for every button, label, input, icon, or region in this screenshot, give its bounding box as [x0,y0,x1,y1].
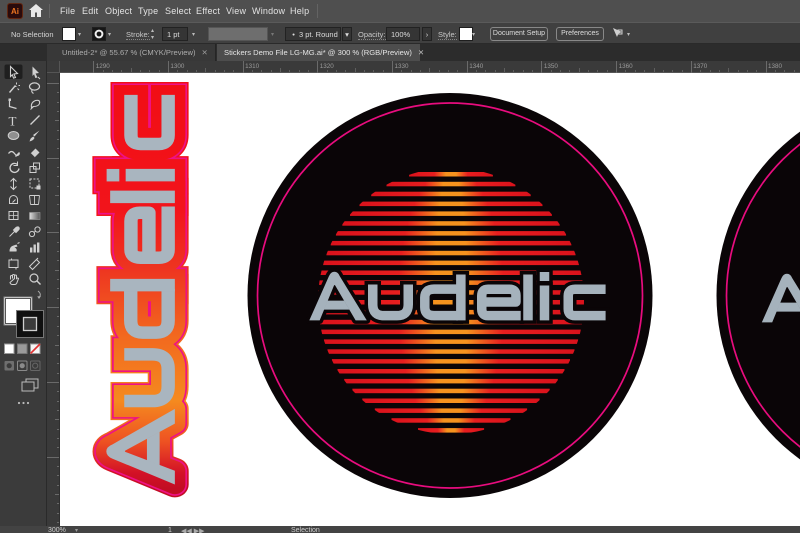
svg-text:T: T [9,114,17,129]
